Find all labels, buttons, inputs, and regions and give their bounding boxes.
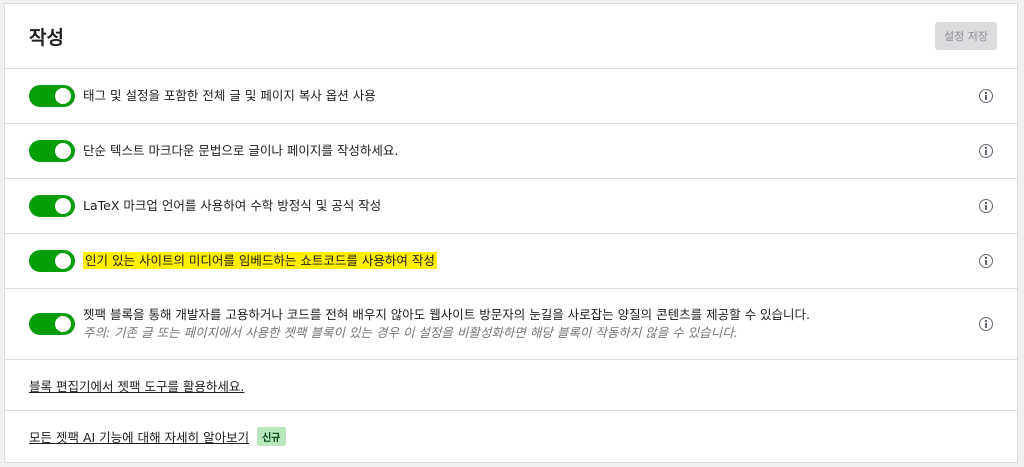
save-settings-button[interactable]: 설정 저장	[935, 22, 997, 50]
shortcodes-toggle[interactable]	[29, 250, 75, 272]
setting-row-copy-post: 태그 및 설정을 포함한 전체 글 및 페이지 복사 옵션 사용	[5, 69, 1017, 124]
setting-label: 태그 및 설정을 포함한 전체 글 및 페이지 복사 옵션 사용	[83, 88, 376, 103]
composing-settings-card: 작성 설정 저장 태그 및 설정을 포함한 전체 글 및 페이지 복사 옵션 사…	[4, 3, 1018, 463]
setting-label: 젯팩 블록을 통해 개발자를 고용하거나 코드를 전혀 배우지 않아도 웹사이트…	[83, 307, 811, 322]
toggle-knob	[55, 143, 71, 159]
info-icon[interactable]	[979, 254, 993, 268]
copy-post-toggle[interactable]	[29, 85, 75, 107]
setting-label: LaTeX 마크업 언어를 사용하여 수학 방정식 및 공식 작성	[83, 198, 382, 213]
highlighted-setting-label: 인기 있는 사이트의 미디어를 임베드하는 쇼트코드를 사용하여 작성	[83, 252, 437, 269]
setting-row-markdown: 단순 텍스트 마크다운 문법으로 글이나 페이지를 작성하세요.	[5, 124, 1017, 179]
info-icon[interactable]	[979, 89, 993, 103]
toggle-knob	[55, 316, 71, 332]
setting-label-wrap: 젯팩 블록을 통해 개발자를 고용하거나 코드를 전혀 배우지 않아도 웹사이트…	[83, 306, 979, 342]
ai-features-link-row: 모든 젯팩 AI 기능에 대해 자세히 알아보기 신규	[5, 411, 1017, 462]
block-editor-link[interactable]: 블록 편집기에서 젯팩 도구를 활용하세요.	[29, 376, 244, 395]
ai-features-link[interactable]: 모든 젯팩 AI 기능에 대해 자세히 알아보기	[29, 427, 249, 446]
markdown-toggle[interactable]	[29, 140, 75, 162]
toggle-knob	[55, 88, 71, 104]
new-badge: 신규	[257, 427, 286, 446]
setting-row-shortcodes: 인기 있는 사이트의 미디어를 임베드하는 쇼트코드를 사용하여 작성	[5, 234, 1017, 289]
card-header: 작성 설정 저장	[5, 4, 1017, 69]
setting-note: 주의: 기존 글 또는 페이지에서 사용한 젯팩 블록이 있는 경우 이 설정을…	[83, 325, 738, 340]
toggle-knob	[55, 198, 71, 214]
setting-row-latex: LaTeX 마크업 언어를 사용하여 수학 방정식 및 공식 작성	[5, 179, 1017, 234]
block-editor-link-row: 블록 편집기에서 젯팩 도구를 활용하세요.	[5, 360, 1017, 411]
jetpack-blocks-toggle[interactable]	[29, 313, 75, 335]
setting-label-wrap: 인기 있는 사이트의 미디어를 임베드하는 쇼트코드를 사용하여 작성	[83, 252, 979, 270]
toggle-knob	[55, 253, 71, 269]
setting-label: 단순 텍스트 마크다운 문법으로 글이나 페이지를 작성하세요.	[83, 143, 399, 158]
info-icon[interactable]	[979, 317, 993, 331]
latex-toggle[interactable]	[29, 195, 75, 217]
info-icon[interactable]	[979, 144, 993, 158]
setting-row-blocks: 젯팩 블록을 통해 개발자를 고용하거나 코드를 전혀 배우지 않아도 웹사이트…	[5, 289, 1017, 360]
info-icon[interactable]	[979, 199, 993, 213]
section-title: 작성	[29, 26, 64, 49]
